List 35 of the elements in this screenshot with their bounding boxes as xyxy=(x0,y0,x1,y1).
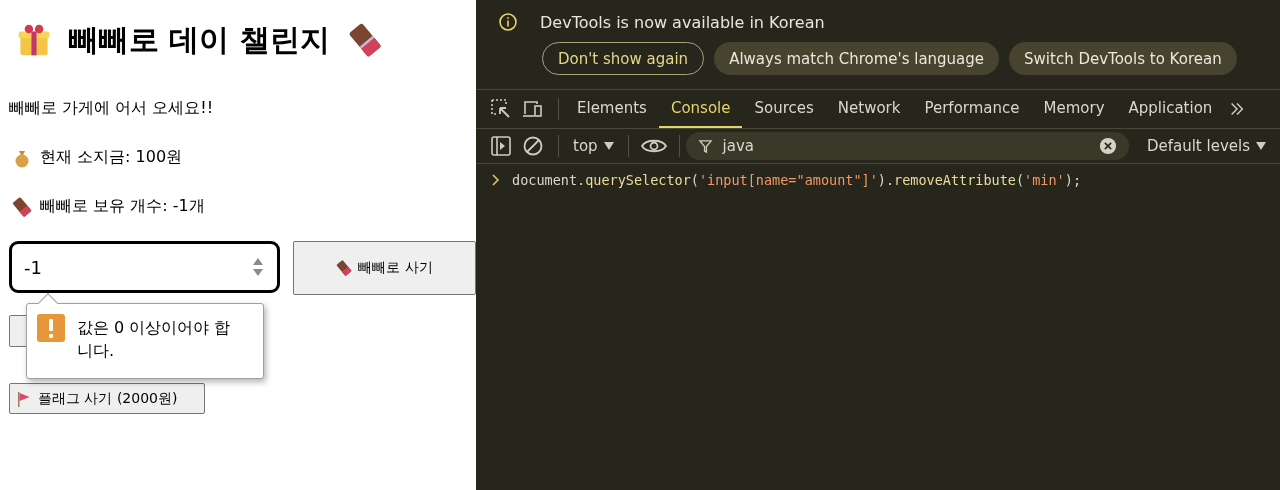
welcome-text: 빼빼로 가게에 어서 오세요!! xyxy=(9,97,215,119)
flag-button[interactable]: 플래그 사기 (2000원) xyxy=(9,383,205,414)
buy-button[interactable]: 빼빼로 사기 xyxy=(293,241,476,295)
console-command: document.querySelector('input[name="amount"]').removeAttribute('min'); xyxy=(512,172,1081,188)
clear-icon[interactable] xyxy=(1098,137,1117,155)
devtools-tab[interactable]: Memory xyxy=(1031,90,1117,128)
page-title: 빼빼로 데이 챌린지 xyxy=(69,20,330,59)
caret-icon xyxy=(1256,142,1266,150)
amount-input[interactable]: -1 xyxy=(9,241,280,293)
warning-icon xyxy=(37,314,65,342)
sidebar-icon[interactable] xyxy=(490,135,512,157)
clear-console-icon[interactable] xyxy=(522,135,544,157)
caret-icon xyxy=(603,142,614,150)
stock-text: 빼빼로 보유 개수: -1개 xyxy=(40,196,205,217)
filter-field[interactable]: java xyxy=(685,132,1129,160)
devtools-tab[interactable]: Application xyxy=(1116,90,1225,128)
devtools-tab[interactable]: Console xyxy=(658,90,743,128)
banner-message: DevTools is now available in Korean xyxy=(540,12,825,32)
levels-dropdown[interactable]: Default levels xyxy=(1138,137,1280,155)
devtools-tab[interactable]: Elements xyxy=(565,90,659,128)
gift-icon xyxy=(17,23,51,57)
money-text: 현재 소지금: 100원 xyxy=(40,147,183,168)
device-icon[interactable] xyxy=(522,98,544,120)
devtools-tab[interactable]: Network xyxy=(825,90,913,128)
info-icon xyxy=(498,12,518,32)
context-dropdown[interactable]: top xyxy=(565,137,622,155)
tooltip-message: 값은 0 이상이어야 합니다. xyxy=(77,317,232,362)
devtools-tab[interactable]: Performance xyxy=(912,90,1032,128)
filter-icon xyxy=(697,138,713,154)
banner-button[interactable]: Switch DevTools to Korean xyxy=(1009,42,1237,75)
chocolate-icon xyxy=(336,260,353,276)
inspect-icon[interactable] xyxy=(490,98,512,120)
banner-button[interactable]: Always match Chrome's language xyxy=(714,42,1000,75)
prompt-icon xyxy=(492,174,500,186)
devtools-tab[interactable]: Sources xyxy=(742,90,826,128)
